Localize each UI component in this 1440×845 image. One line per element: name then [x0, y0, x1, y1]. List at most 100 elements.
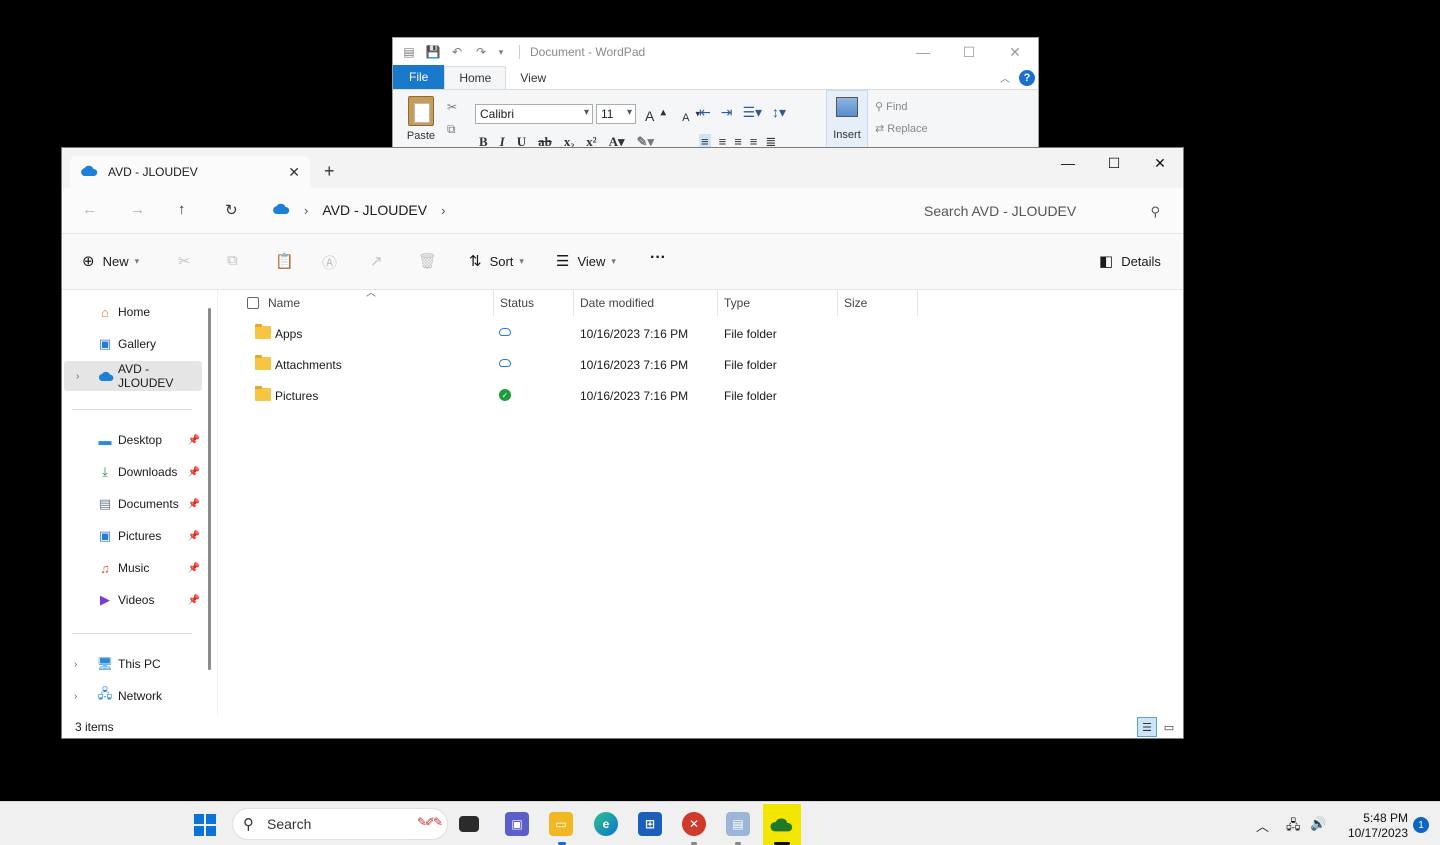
pin-icon[interactable]: 📌 [188, 467, 200, 478]
new-button[interactable]: ⊕ New ▾ [82, 252, 139, 270]
copy-icon[interactable]: ⧉ [447, 118, 457, 140]
share-icon[interactable]: ↗ [370, 252, 383, 270]
column-header-status[interactable]: Status [500, 290, 572, 316]
pin-icon[interactable]: 📌 [188, 435, 200, 446]
back-icon[interactable]: ← [82, 201, 97, 218]
details-pane-button[interactable]: ◧ Details [1099, 252, 1161, 270]
cut-icon[interactable]: ✂ [447, 96, 457, 118]
file-explorer-icon[interactable]: ▭ [549, 812, 573, 836]
taskbar-search-box[interactable]: ⚲ Search ✎✐✎ [232, 808, 448, 840]
explorer-maximize-button[interactable]: ☐ [1091, 148, 1137, 178]
wordpad-maximize-button[interactable]: ☐ [946, 38, 992, 66]
help-icon[interactable]: ? [1019, 70, 1035, 86]
collapse-ribbon-icon[interactable]: ︿ [1000, 70, 1010, 85]
file-list[interactable]: ︿ Name Status Date modified Type Size Ap… [218, 288, 1183, 716]
customize-toolbar-icon[interactable]: ▾ [497, 44, 505, 60]
chevron-right-icon[interactable]: › [74, 691, 86, 702]
pin-icon[interactable]: 📌 [188, 595, 200, 606]
search-input[interactable]: Search AVD - JLOUDEV ⚲ [914, 200, 1174, 226]
sidebar-scrollbar[interactable] [208, 308, 211, 670]
pin-icon[interactable]: 📌 [188, 499, 200, 510]
sidebar-item-videos[interactable]: ▶ Videos 📌 [62, 585, 202, 615]
windows-start-icon[interactable] [194, 814, 216, 836]
column-header-size[interactable]: Size [844, 290, 916, 316]
sidebar-item-home[interactable]: ⌂ Home [62, 297, 202, 327]
wordpad-tab-home[interactable]: Home [444, 66, 507, 89]
breadcrumb-item[interactable]: AVD - JLOUDEV [322, 202, 427, 218]
column-header-date-modified[interactable]: Date modified [580, 290, 716, 316]
column-header-name[interactable]: Name [268, 290, 492, 316]
close-tab-icon[interactable]: ✕ [288, 164, 300, 181]
remote-desktop-icon[interactable]: ✕ [682, 812, 706, 836]
decrease-indent-icon[interactable]: ⇤ [699, 104, 711, 121]
column-separator[interactable] [917, 290, 918, 316]
sidebar-item-pictures[interactable]: ▣ Pictures 📌 [62, 521, 202, 551]
chevron-right-icon[interactable]: › [441, 203, 445, 218]
sidebar-item-desktop[interactable]: ▬ Desktop 📌 [62, 425, 202, 455]
column-separator[interactable] [493, 290, 494, 316]
pin-icon[interactable]: 📌 [188, 563, 200, 574]
system-clock[interactable]: 5:48 PM 10/17/2023 [1338, 811, 1408, 841]
wordpad-minimize-button[interactable]: — [900, 38, 946, 66]
chevron-right-icon[interactable]: › [304, 203, 308, 218]
wordpad-close-button[interactable]: ✕ [992, 38, 1038, 66]
details-view-icon[interactable]: ☰ [1137, 717, 1157, 737]
refresh-icon[interactable]: ↻ [225, 201, 238, 219]
sidebar-item-music[interactable]: ♫ Music 📌 [62, 553, 202, 583]
paste-icon[interactable]: 📋 [275, 252, 294, 270]
wordpad-taskbar-icon[interactable]: ▤ [726, 812, 750, 836]
explorer-tabbar[interactable]: AVD - JLOUDEV ✕ + — ☐ ✕ [62, 148, 1183, 188]
teams-chat-icon[interactable]: ▣ [505, 812, 529, 836]
navigation-pane[interactable]: ⌂ Home ▣ Gallery › AVD - JLOUDEV ▬ Deskt… [62, 290, 218, 716]
pin-icon[interactable]: 📌 [188, 531, 200, 542]
font-size-select[interactable]: 11 [596, 104, 636, 124]
notification-badge[interactable]: 1 [1413, 817, 1429, 833]
explorer-tab[interactable]: AVD - JLOUDEV ✕ [70, 156, 310, 188]
grow-font-icon[interactable]: A▴ [645, 105, 672, 124]
network-status-icon[interactable]: 🖧 [1286, 816, 1301, 838]
sidebar-item-gallery[interactable]: ▣ Gallery [62, 329, 202, 359]
table-row[interactable]: Pictures ✓ 10/16/2023 7:16 PM File folde… [246, 381, 946, 411]
show-hidden-icons-icon[interactable]: ︿ [1256, 816, 1269, 835]
table-row[interactable]: Attachments 10/16/2023 7:16 PM File fold… [246, 350, 946, 380]
column-separator[interactable] [717, 290, 718, 316]
column-separator[interactable] [837, 290, 838, 316]
undo-icon[interactable]: ↶ [449, 44, 465, 60]
edge-icon[interactable]: e [594, 812, 618, 836]
forward-icon[interactable]: → [130, 201, 145, 218]
sidebar-item-onedrive[interactable]: › AVD - JLOUDEV [64, 361, 202, 391]
paste-button[interactable]: Paste [403, 96, 439, 142]
column-separator[interactable] [573, 290, 574, 316]
list-icon[interactable]: ☰▾ [742, 104, 762, 121]
sidebar-item-documents[interactable]: ▤ Documents 📌 [62, 489, 202, 519]
file-explorer-window[interactable]: AVD - JLOUDEV ✕ + — ☐ ✕ ← → ↑ ↻ › AVD - … [61, 147, 1184, 739]
wordpad-tab-file[interactable]: File [393, 65, 445, 89]
insert-picture-button[interactable]: Insert [826, 90, 868, 148]
replace-button[interactable]: ⇄ Replace [875, 118, 928, 140]
up-icon[interactable]: ↑ [178, 201, 186, 218]
select-all-checkbox[interactable] [247, 297, 259, 309]
sidebar-item-this-pc[interactable]: › 🖥 This PC [62, 649, 202, 679]
sort-button[interactable]: ⇅ Sort ▾ [469, 252, 524, 270]
sidebar-item-network[interactable]: › 🖧 Network [62, 681, 202, 711]
avd-remote-app-icon[interactable] [770, 812, 794, 836]
explorer-minimize-button[interactable]: — [1045, 148, 1091, 178]
chevron-right-icon[interactable]: › [74, 659, 86, 670]
column-header-type[interactable]: Type [724, 290, 836, 316]
line-spacing-icon[interactable]: ↕▾ [772, 104, 786, 121]
cut-icon[interactable]: ✂ [178, 252, 191, 270]
copy-icon[interactable]: ⧉ [227, 252, 238, 269]
volume-icon[interactable]: 🔊 [1310, 816, 1326, 832]
task-view-icon[interactable] [459, 816, 479, 832]
increase-indent-icon[interactable]: ⇥ [721, 104, 733, 121]
new-tab-icon[interactable]: + [324, 161, 335, 182]
tiles-view-icon[interactable]: ▭ [1159, 717, 1179, 737]
redo-icon[interactable]: ↷ [473, 44, 489, 60]
rename-icon[interactable]: Ⓐ [322, 252, 337, 273]
wordpad-tab-view[interactable]: View [506, 67, 560, 89]
more-options-icon[interactable]: ··· [650, 249, 666, 267]
table-row[interactable]: Apps 10/16/2023 7:16 PM File folder [246, 319, 946, 349]
sidebar-item-downloads[interactable]: ⤓ Downloads 📌 [62, 457, 202, 487]
explorer-close-button[interactable]: ✕ [1137, 148, 1183, 178]
store-icon[interactable]: ⊞ [638, 812, 662, 836]
